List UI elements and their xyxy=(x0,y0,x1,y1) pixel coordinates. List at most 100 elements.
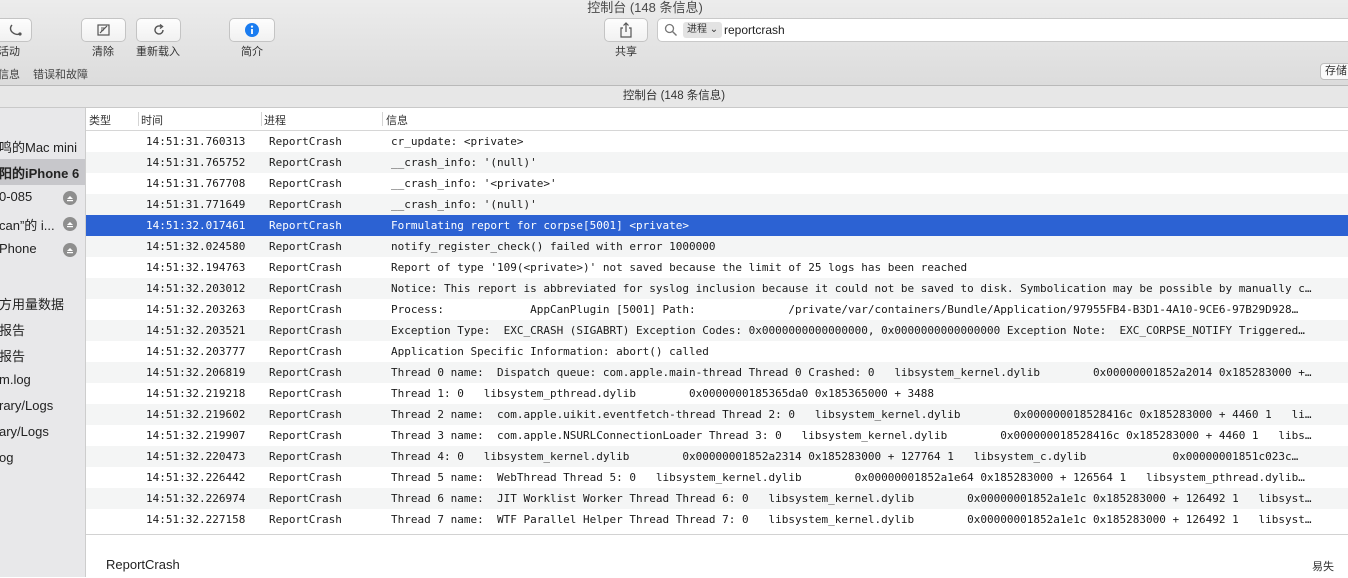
log-time-cell: 14:51:32.206819 xyxy=(146,366,246,379)
column-header-message[interactable]: 信息 xyxy=(386,112,408,128)
log-time-cell: 14:51:31.767708 xyxy=(146,177,246,190)
sidebar-item-reports[interactable]: 报告 xyxy=(0,316,85,342)
clear-button[interactable] xyxy=(81,18,126,42)
table-row[interactable]: 14:51:32.203777 ReportCrash Application Sp… xyxy=(86,341,1348,362)
sidebar-item-system-log[interactable]: m.log xyxy=(0,368,85,394)
log-time-cell: 14:51:32.219907 xyxy=(146,429,246,442)
sidebar-item-label: can”的 i... xyxy=(0,218,55,233)
log-message-cell: Thread 4: 0 libsystem_kernel.dylib 0x000… xyxy=(391,450,1299,463)
log-process-cell: ReportCrash xyxy=(269,156,342,169)
sidebar-item-label: Phone xyxy=(0,241,37,256)
log-message-cell: __crash_info: '(null)' xyxy=(391,198,537,211)
log-process-cell: ReportCrash xyxy=(269,240,342,253)
log-time-cell: 14:51:31.765752 xyxy=(146,156,246,169)
sidebar-item-device-085[interactable]: 0-085 xyxy=(0,185,85,211)
log-message-cell: Thread 1: 0 libsystem_pthread.dylib 0x00… xyxy=(391,387,935,400)
log-process-cell: ReportCrash xyxy=(269,408,342,421)
detail-process-name: ReportCrash xyxy=(106,557,180,572)
log-process-cell: ReportCrash xyxy=(269,492,342,505)
table-row[interactable]: 14:51:31.760313 ReportCrash cr_update: <pr… xyxy=(86,131,1348,152)
log-process-cell: ReportCrash xyxy=(269,429,342,442)
activity-label: 活动 xyxy=(0,46,20,58)
chevron-down-icon: ⌄ xyxy=(709,24,719,35)
eject-icon[interactable] xyxy=(63,217,77,231)
table-row[interactable]: 14:51:32.226442 ReportCrash Thread 5 name:… xyxy=(86,467,1348,488)
sidebar-item-label: m.log xyxy=(0,372,31,387)
table-row[interactable]: 14:51:32.219602 ReportCrash Thread 2 name:… xyxy=(86,404,1348,425)
table-row[interactable]: 14:51:32.219218 ReportCrash Thread 1: 0 li… xyxy=(86,383,1348,404)
log-message-cell: Notice: This report is abbreviated for s… xyxy=(391,282,1312,295)
column-header-type[interactable]: 类型 xyxy=(89,112,111,128)
share-icon xyxy=(620,22,632,38)
search-token-process[interactable]: 进程 ⌄ xyxy=(683,22,723,38)
reload-button[interactable] xyxy=(136,18,181,42)
clear-icon xyxy=(96,24,110,36)
column-header-process[interactable]: 进程 xyxy=(264,112,286,128)
table-row[interactable]: 14:51:32.203012 ReportCrash Notice: This r… xyxy=(86,278,1348,299)
log-process-cell: ReportCrash xyxy=(269,324,342,337)
activity-button[interactable] xyxy=(0,18,32,42)
log-message-cell: Thread 0 name: Dispatch queue: com.apple… xyxy=(391,366,1312,379)
table-row[interactable]: 14:51:32.219907 ReportCrash Thread 3 name:… xyxy=(86,425,1348,446)
table-row[interactable]: 14:51:32.194763 ReportCrash Report of type… xyxy=(86,257,1348,278)
column-divider[interactable] xyxy=(138,112,139,126)
log-process-cell: ReportCrash xyxy=(269,366,342,379)
table-row[interactable]: 14:51:32.227158 ReportCrash Thread 7 name:… xyxy=(86,509,1348,530)
log-message-cell: Thread 5 name: WebThread Thread 5: 0 lib… xyxy=(391,471,1305,484)
table-row[interactable]: 14:51:32.024580 ReportCrash notify_registe… xyxy=(86,236,1348,257)
table-row[interactable]: 14:51:31.771649 ReportCrash __crash_info: … xyxy=(86,194,1348,215)
sidebar-item-label: 报告 xyxy=(0,349,26,364)
reload-icon xyxy=(153,23,164,35)
log-table: 类型 时间 进程 信息 14:51:31.760313 ReportCrash cr… xyxy=(86,108,1348,534)
log-process-cell: ReportCrash xyxy=(269,450,342,463)
log-time-cell: 14:51:32.203012 xyxy=(146,282,246,295)
info-button[interactable] xyxy=(229,18,275,42)
sidebar-item-mac-mini[interactable]: 鸣的Mac mini xyxy=(0,133,85,159)
sidebar-item-usage-data[interactable]: 方用量数据 xyxy=(0,290,85,316)
search-field[interactable]: 进程 ⌄ reportcrash xyxy=(657,18,1348,42)
table-row[interactable]: 14:51:31.767708 ReportCrash __crash_info: … xyxy=(86,173,1348,194)
scope-errors-button[interactable]: 错误和故障 xyxy=(33,66,88,82)
search-query[interactable]: reportcrash xyxy=(724,23,785,37)
column-divider[interactable] xyxy=(261,112,262,126)
sidebar-item-device-phone[interactable]: Phone xyxy=(0,237,85,263)
table-row[interactable]: 14:51:32.220473 ReportCrash Thread 4: 0 li… xyxy=(86,446,1348,467)
eject-icon[interactable] xyxy=(63,243,77,257)
sidebar-item-iphone6[interactable]: 阳的iPhone 6 xyxy=(0,159,85,185)
log-process-cell: ReportCrash xyxy=(269,135,342,148)
sidebar-item-label: og xyxy=(0,450,14,465)
table-row[interactable]: 14:51:32.017461 ReportCrash Formulating re… xyxy=(86,215,1348,236)
sidebar-item-library-logs-2[interactable]: ary/Logs xyxy=(0,420,85,446)
table-row[interactable]: 14:51:32.203263 ReportCrash Process: AppCa… xyxy=(86,299,1348,320)
sidebar-item-device-can[interactable]: can”的 i... xyxy=(0,211,85,237)
log-time-cell: 14:51:32.017461 xyxy=(146,219,246,232)
sidebar-item-var-log[interactable]: og xyxy=(0,446,85,472)
log-message-cell: __crash_info: '(null)' xyxy=(391,156,537,169)
log-time-cell: 14:51:32.227158 xyxy=(146,513,246,526)
table-header: 类型 时间 进程 信息 xyxy=(86,108,1348,131)
sidebar-item-label: ary/Logs xyxy=(0,424,49,439)
table-row[interactable]: 14:51:32.226974 ReportCrash Thread 6 name:… xyxy=(86,488,1348,509)
scope-info-button[interactable]: 信息 xyxy=(0,66,20,82)
sidebar-item-reports-2[interactable]: 报告 xyxy=(0,342,85,368)
log-time-cell: 14:51:32.226442 xyxy=(146,471,246,484)
eject-icon[interactable] xyxy=(63,191,77,205)
log-time-cell: 14:51:32.226974 xyxy=(146,492,246,505)
log-message-cell: Report of type '109(<private>)' not save… xyxy=(391,261,968,274)
share-button[interactable] xyxy=(604,18,648,42)
column-divider[interactable] xyxy=(382,112,383,126)
log-message-cell: Thread 7 name: WTF Parallel Helper Threa… xyxy=(391,513,1312,526)
column-header-time[interactable]: 时间 xyxy=(141,112,163,128)
sidebar-item-library-logs[interactable]: rary/Logs xyxy=(0,394,85,420)
sidebar-item-label: 鸣的Mac mini xyxy=(0,140,78,155)
table-row[interactable]: 14:51:31.765752 ReportCrash __crash_info: … xyxy=(86,152,1348,173)
search-icon xyxy=(664,23,677,36)
sidebar-item-label: 报告 xyxy=(0,323,26,338)
save-button[interactable]: 存储 xyxy=(1320,63,1348,80)
log-time-cell: 14:51:32.219218 xyxy=(146,387,246,400)
log-time-cell: 14:51:31.760313 xyxy=(146,135,246,148)
table-row[interactable]: 14:51:32.203521 ReportCrash Exception Type… xyxy=(86,320,1348,341)
info-label: 简介 xyxy=(241,46,263,58)
table-row[interactable]: 14:51:32.206819 ReportCrash Thread 0 name:… xyxy=(86,362,1348,383)
table-body: 14:51:31.760313 ReportCrash cr_update: <pr… xyxy=(86,131,1348,530)
